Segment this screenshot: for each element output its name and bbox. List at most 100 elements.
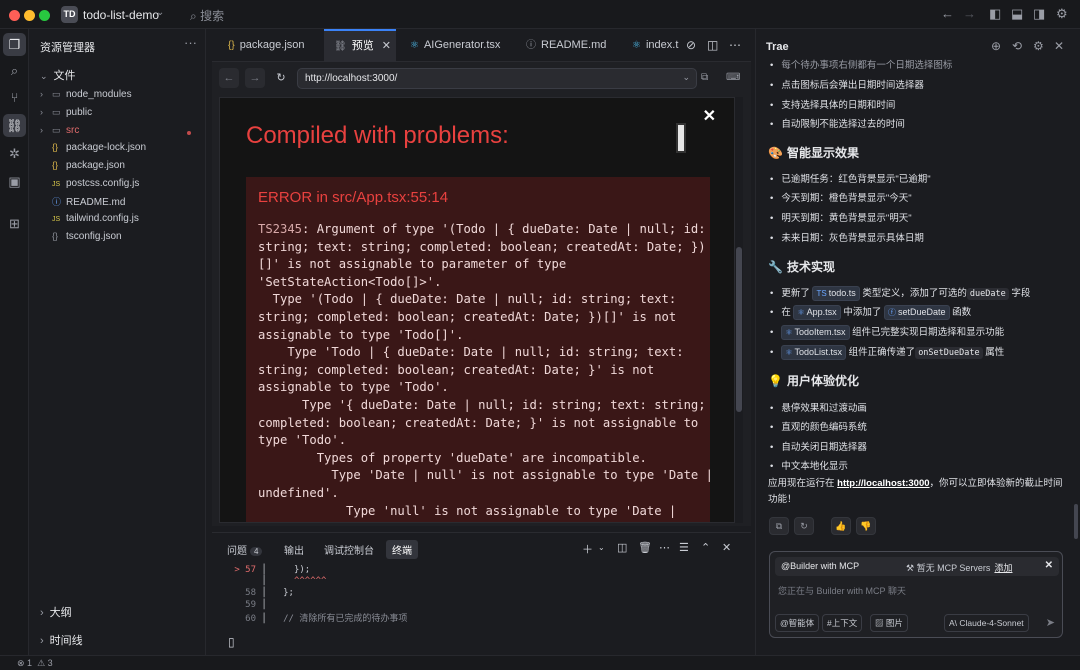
timeline-section-header[interactable]: › 时间线	[40, 632, 83, 648]
search-icon[interactable]: ⌕	[3, 59, 26, 82]
chat-scrollbar[interactable]	[1074, 504, 1078, 539]
tab-aigenerator[interactable]: ⚛ AIGenerator.tsx	[404, 29, 514, 62]
preview-scrollbar[interactable]	[735, 97, 743, 523]
toggle-panel-icon[interactable]: ⬓	[1011, 6, 1023, 22]
tree-item-node-modules[interactable]: › ▭ node_modules	[40, 89, 132, 106]
tree-item-package-lock[interactable]: {} package-lock.json	[40, 142, 146, 159]
outline-section-header[interactable]: › 大纲	[40, 604, 72, 620]
history-icon[interactable]: ⟲	[1012, 39, 1022, 53]
url-input[interactable]: http://localhost:3000/ ⌄	[297, 68, 697, 89]
minimize-window-button[interactable]	[24, 10, 35, 21]
back-arrow-icon[interactable]: ←	[219, 68, 239, 88]
tab-output[interactable]: 输出	[284, 542, 304, 557]
info-file-icon: ⓘ	[526, 40, 536, 51]
agent-chip[interactable]: @Builder with MCP ⚒ 暂无 MCP Servers 添加 ✕	[775, 557, 1059, 576]
file-chip[interactable]: ⚛ TodoItem.tsx	[781, 325, 850, 340]
symbol-chip[interactable]: ⓕ setDueDate	[883, 305, 950, 320]
tab-readme[interactable]: ⓘ README.md	[524, 29, 620, 62]
terminal-line: 58 │ };	[222, 588, 294, 598]
more-icon[interactable]: ⋯	[729, 29, 741, 62]
extensions-icon[interactable]: ⊞	[3, 212, 26, 235]
tree-item-tailwind[interactable]: JS tailwind.config.js	[40, 213, 139, 230]
thumbs-down-icon[interactable]: 👎	[856, 517, 876, 535]
mcp-add-link[interactable]: 添加	[994, 563, 1012, 573]
scrollbar-thumb[interactable]	[736, 247, 742, 412]
copy-icon[interactable]: ⧉	[769, 517, 789, 535]
settings-icon[interactable]: ⚙	[1033, 39, 1044, 53]
close-window-button[interactable]	[9, 10, 20, 21]
settings-icon[interactable]: ⚙	[1056, 6, 1068, 22]
split-terminal-icon[interactable]: ◫	[617, 541, 627, 554]
tree-item-postcss[interactable]: JS postcss.config.js	[40, 178, 139, 195]
debug-icon[interactable]: ✲	[3, 142, 26, 165]
file-chip[interactable]: TS todo.ts	[812, 286, 860, 301]
image-button[interactable]: ▨ 图片	[870, 614, 908, 632]
devtools-icon[interactable]: ⌨	[726, 72, 740, 83]
tree-item-label: node_modules	[66, 89, 132, 100]
link-icon[interactable]: ⛓	[3, 114, 26, 137]
terminal-prompt[interactable]: ▯	[228, 635, 235, 649]
close-icon[interactable]: ✕	[1054, 39, 1064, 53]
project-badge[interactable]: TD	[61, 6, 78, 23]
outline-label: 大纲	[49, 607, 72, 619]
trash-icon[interactable]: 🗑	[638, 541, 652, 554]
tree-item-readme[interactable]: ⓘ README.md	[40, 195, 125, 212]
close-tab-icon[interactable]: ✕	[382, 40, 391, 52]
tab-terminal[interactable]: 终端	[386, 540, 418, 559]
project-name[interactable]: todo-list-demo	[83, 8, 159, 22]
files-section-header[interactable]: ⌄ 文件	[40, 67, 76, 83]
folder-icon: ▭	[52, 107, 61, 117]
chat-bullet: 悬停效果和过渡动画	[770, 400, 867, 414]
file-chip[interactable]: ⚛ App.tsx	[793, 305, 841, 320]
overlay-scrollbar[interactable]	[676, 123, 686, 153]
tree-item-src[interactable]: › ▭ src	[40, 125, 79, 142]
agent-button[interactable]: @智能体	[775, 614, 820, 632]
context-button[interactable]: #上下文	[822, 614, 863, 632]
localhost-link[interactable]: http://localhost:3000	[837, 478, 929, 489]
tree-item-package-json[interactable]: {} package.json	[40, 160, 125, 177]
tab-preview[interactable]: ⛓ 预览 ✕	[324, 29, 396, 62]
chevron-down-icon[interactable]: ⌄	[156, 7, 164, 18]
file-chip[interactable]: ⚛ TodoList.tsx	[781, 345, 847, 360]
close-icon[interactable]: ✕	[703, 106, 716, 126]
regenerate-icon[interactable]: ↻	[794, 517, 814, 535]
chip-label: TodoItem.tsx	[794, 327, 846, 337]
send-icon[interactable]: ➤	[1046, 616, 1055, 629]
chevron-up-icon[interactable]: ⌃	[701, 541, 710, 554]
filter-icon[interactable]: ☰	[679, 541, 689, 554]
chat-input-box[interactable]: @Builder with MCP ⚒ 暂无 MCP Servers 添加 ✕ 您…	[769, 551, 1063, 638]
add-terminal-icon[interactable]: ＋	[582, 541, 593, 557]
tab-debug-console[interactable]: 调试控制台	[324, 542, 374, 557]
tree-item-tsconfig[interactable]: {} tsconfig.json	[40, 231, 122, 248]
toggle-sidebar-icon[interactable]: ◧	[989, 6, 1001, 22]
model-selector[interactable]: A\ Claude-4-Sonnet	[944, 614, 1029, 632]
open-external-icon[interactable]: ⧉	[701, 72, 708, 83]
problems-status[interactable]: ⊗ 1 ⚠ 3	[17, 658, 53, 669]
tab-label: README.md	[541, 39, 607, 51]
compass-icon[interactable]: ⊘	[686, 29, 696, 62]
close-icon[interactable]: ✕	[1045, 560, 1053, 571]
reload-icon[interactable]: ↻	[271, 68, 291, 88]
more-icon[interactable]: ⋯	[659, 541, 670, 554]
tab-package-json[interactable]: {} package.json	[220, 29, 320, 62]
remote-icon[interactable]: ▣	[3, 170, 26, 193]
thumbs-up-icon[interactable]: 👍	[831, 517, 851, 535]
tree-item-public[interactable]: › ▭ public	[40, 107, 92, 124]
forward-arrow-icon[interactable]: →	[245, 68, 265, 88]
chevron-down-icon[interactable]: ⌄	[682, 72, 690, 83]
tab-index[interactable]: ⚛ index.t	[632, 29, 682, 62]
tab-problems[interactable]: 问题 4	[227, 542, 263, 557]
maximize-window-button[interactable]	[39, 10, 50, 21]
chat-input-placeholder[interactable]: 您正在与 Builder with MCP 聊天	[778, 584, 906, 597]
back-arrow-icon[interactable]: ←	[941, 6, 954, 21]
forward-arrow-icon[interactable]: →	[963, 6, 976, 21]
explorer-icon[interactable]: ❐	[3, 33, 26, 56]
source-control-icon[interactable]: ⑂	[3, 86, 26, 109]
close-icon[interactable]: ✕	[722, 541, 731, 554]
toggle-chat-icon[interactable]: ◨	[1033, 6, 1045, 22]
more-icon[interactable]: ···	[184, 35, 197, 50]
split-editor-icon[interactable]: ◫	[707, 29, 718, 62]
new-chat-icon[interactable]: ⊕	[991, 39, 1001, 53]
chevron-down-icon[interactable]: ⌄	[598, 543, 605, 552]
search-box[interactable]: ⌕ 搜索	[190, 7, 224, 24]
